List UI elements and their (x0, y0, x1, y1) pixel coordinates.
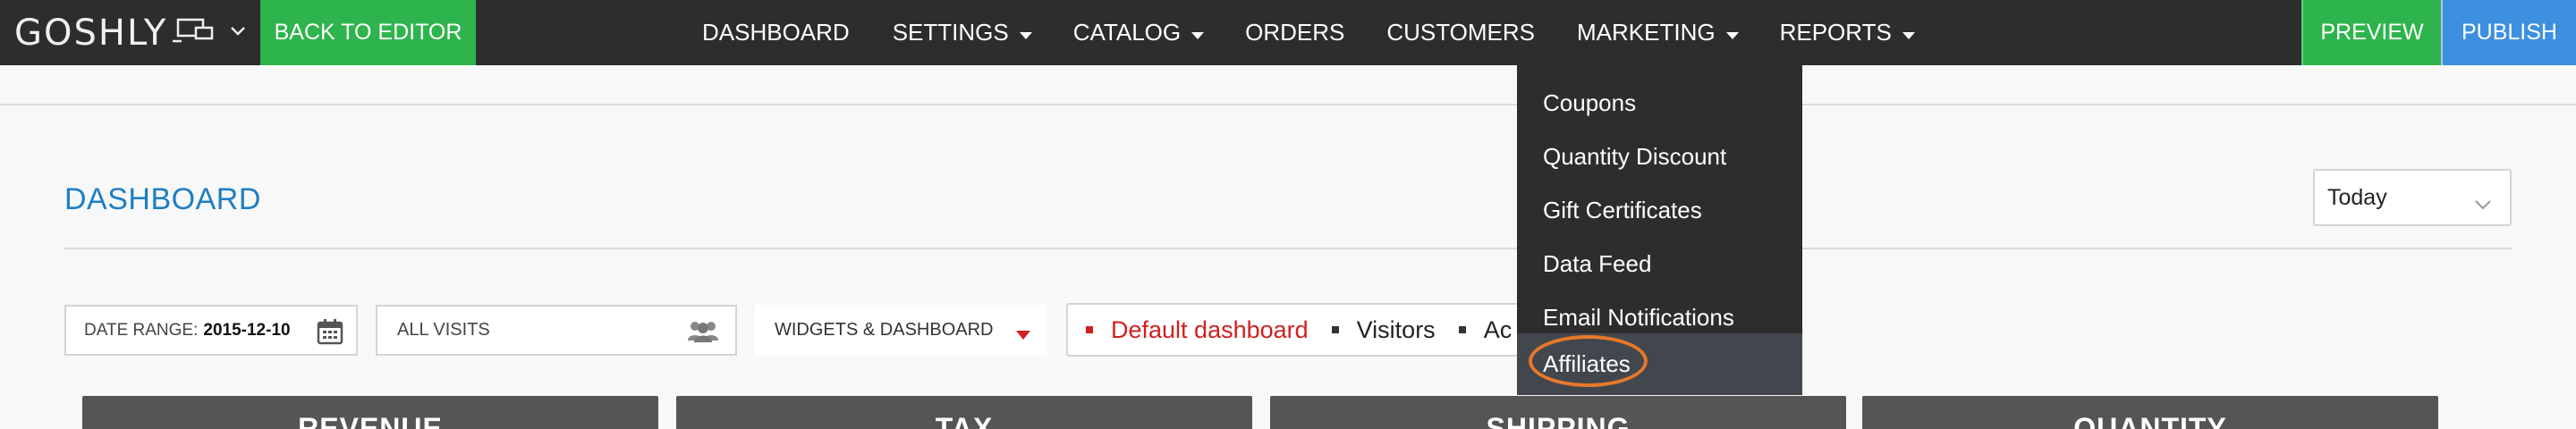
nav-label: ORDERS (1245, 19, 1345, 46)
back-to-editor-button[interactable]: BACK TO EDITOR (260, 0, 476, 65)
visits-label: ALL VISITS (397, 320, 490, 340)
bullet (1086, 326, 1093, 333)
nav-orders[interactable]: ORDERS (1245, 19, 1344, 46)
revenue-card: REVENUE (82, 396, 658, 429)
widgets-label: WIDGETS & DASHBOARD (775, 320, 994, 340)
nav-customers[interactable]: CUSTOMERS (1386, 19, 1535, 46)
logo-screens-icon (171, 17, 217, 48)
nav-dashboard[interactable]: DASHBOARD (702, 19, 850, 46)
top-navigation-bar: GOSHLY BACK TO EDITOR DASHBOARD SETTINGS… (0, 0, 2576, 65)
nav-catalog[interactable]: CATALOG (1072, 19, 1205, 46)
menu-item-data-feed[interactable]: Data Feed (1517, 237, 1802, 290)
tab-label: Ac (1483, 315, 1513, 343)
card-title: SHIPPING (1486, 412, 1631, 429)
caret-down-icon (1016, 324, 1030, 345)
tab-label: Default dashboard (1111, 315, 1309, 343)
visits-segment-select[interactable]: ALL VISITS (376, 305, 737, 356)
tab-default-dashboard[interactable]: Default dashboard (1086, 316, 1309, 344)
nav-settings[interactable]: SETTINGS (893, 19, 1032, 46)
logo-text: GOSHLY (14, 12, 168, 54)
logo[interactable]: GOSHLY (14, 0, 246, 65)
nav-label: MARKETING (1577, 19, 1716, 46)
marketing-dropdown-menu: Coupons Quantity Discount Gift Certifica… (1517, 65, 1802, 395)
menu-item-coupons[interactable]: Coupons (1517, 76, 1802, 130)
chevron-down-icon[interactable] (230, 25, 246, 41)
card-title: REVENUE (298, 412, 443, 429)
nav-reports[interactable]: REPORTS (1780, 19, 1915, 46)
divider (0, 104, 2576, 105)
quantity-card: QUANTITY (1862, 396, 2438, 429)
caret-down-icon (1725, 19, 1739, 46)
nav-label: CATALOG (1072, 19, 1182, 46)
page-title: DASHBOARD (64, 182, 261, 216)
menu-item-quantity-discount[interactable]: Quantity Discount (1517, 130, 1802, 183)
date-range-picker[interactable]: DATE RANGE: 2015-12-10 (64, 305, 358, 356)
card-title: TAX (935, 412, 994, 429)
nav-label: REPORTS (1779, 19, 1892, 46)
chevron-down-icon (2474, 190, 2492, 216)
menu-item-gift-certificates[interactable]: Gift Certificates (1517, 183, 1802, 237)
widgets-dashboard-menu[interactable]: WIDGETS & DASHBOARD (755, 305, 1046, 356)
publish-button[interactable]: PUBLISH (2441, 0, 2576, 65)
caret-down-icon (1191, 19, 1205, 46)
users-icon (687, 319, 719, 348)
shipping-card: SHIPPING (1270, 396, 1846, 429)
date-range-value: 2015-12-10 (203, 320, 291, 340)
nav-marketing[interactable]: MARKETING (1577, 19, 1739, 46)
caret-down-icon (1902, 19, 1915, 46)
caret-down-icon (1019, 19, 1032, 46)
divider (64, 248, 2512, 249)
main-nav: DASHBOARD SETTINGS CATALOG ORDERS CUSTOM… (702, 0, 1915, 65)
bullet (1331, 326, 1339, 333)
nav-label: SETTINGS (892, 19, 1009, 46)
period-select[interactable]: Today (2313, 169, 2512, 226)
tab-truncated[interactable]: Ac (1458, 315, 1513, 344)
nav-label: DASHBOARD (702, 19, 850, 46)
bullet (1458, 326, 1466, 333)
preview-button[interactable]: PREVIEW (2301, 0, 2441, 65)
period-value: Today (2327, 184, 2387, 210)
nav-label: CUSTOMERS (1386, 19, 1536, 46)
dashboard-tabs: Default dashboard Visitors Ac (1066, 303, 1567, 357)
menu-item-affiliates[interactable]: Affiliates (1517, 333, 1802, 395)
card-title: QUANTITY (2073, 412, 2227, 429)
tax-card: TAX (676, 396, 1252, 429)
date-range-label: DATE RANGE: (84, 320, 199, 340)
calendar-icon[interactable] (317, 318, 343, 350)
tab-visitors[interactable]: Visitors (1331, 315, 1436, 344)
tab-label: Visitors (1356, 315, 1436, 343)
